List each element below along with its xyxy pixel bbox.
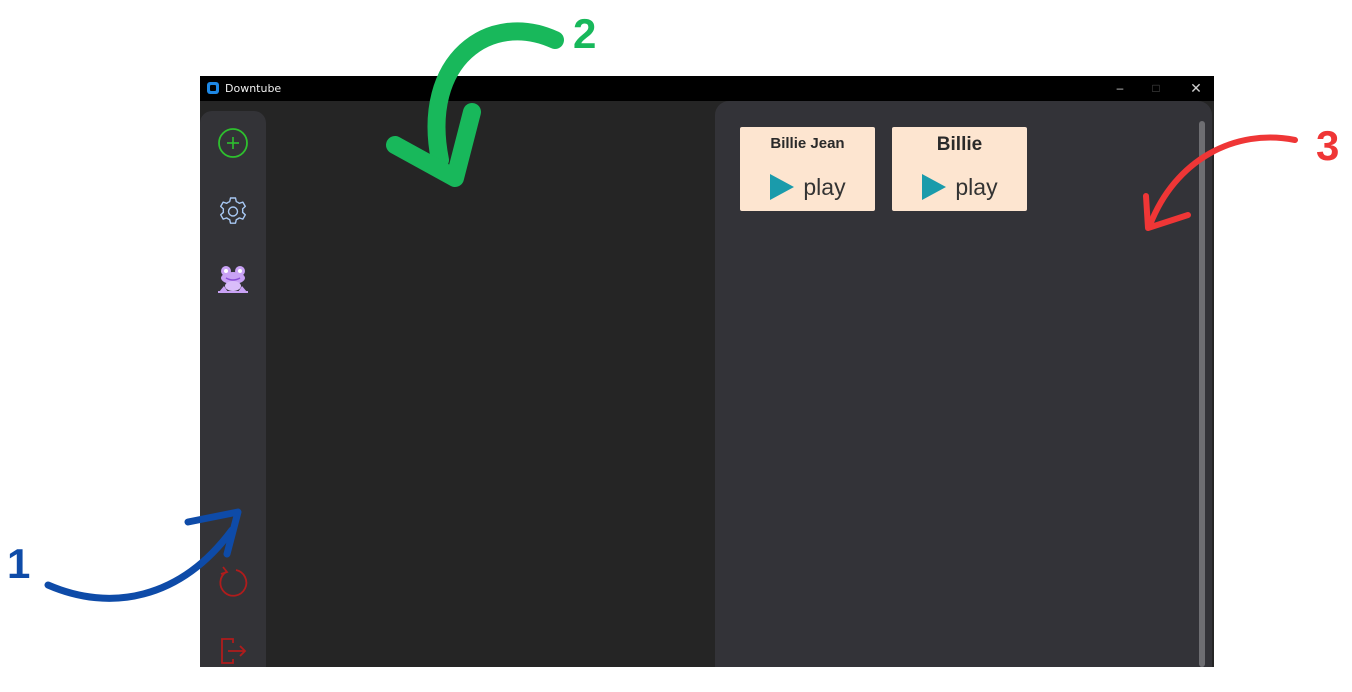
annotation-arrows: [44, 22, 1298, 602]
annotation-arrow-2: [427, 22, 564, 169]
annotation-arrow-1: [44, 526, 236, 602]
annotation-label-2: 2: [573, 10, 597, 57]
annotation-arrow-3: [1147, 134, 1298, 228]
annotation-label-1: 1: [7, 540, 31, 587]
annotation-label-3: 3: [1316, 122, 1340, 169]
screenshot-root: Downtube – □ ✕ Billie Jean play Billie p…: [0, 0, 1352, 692]
